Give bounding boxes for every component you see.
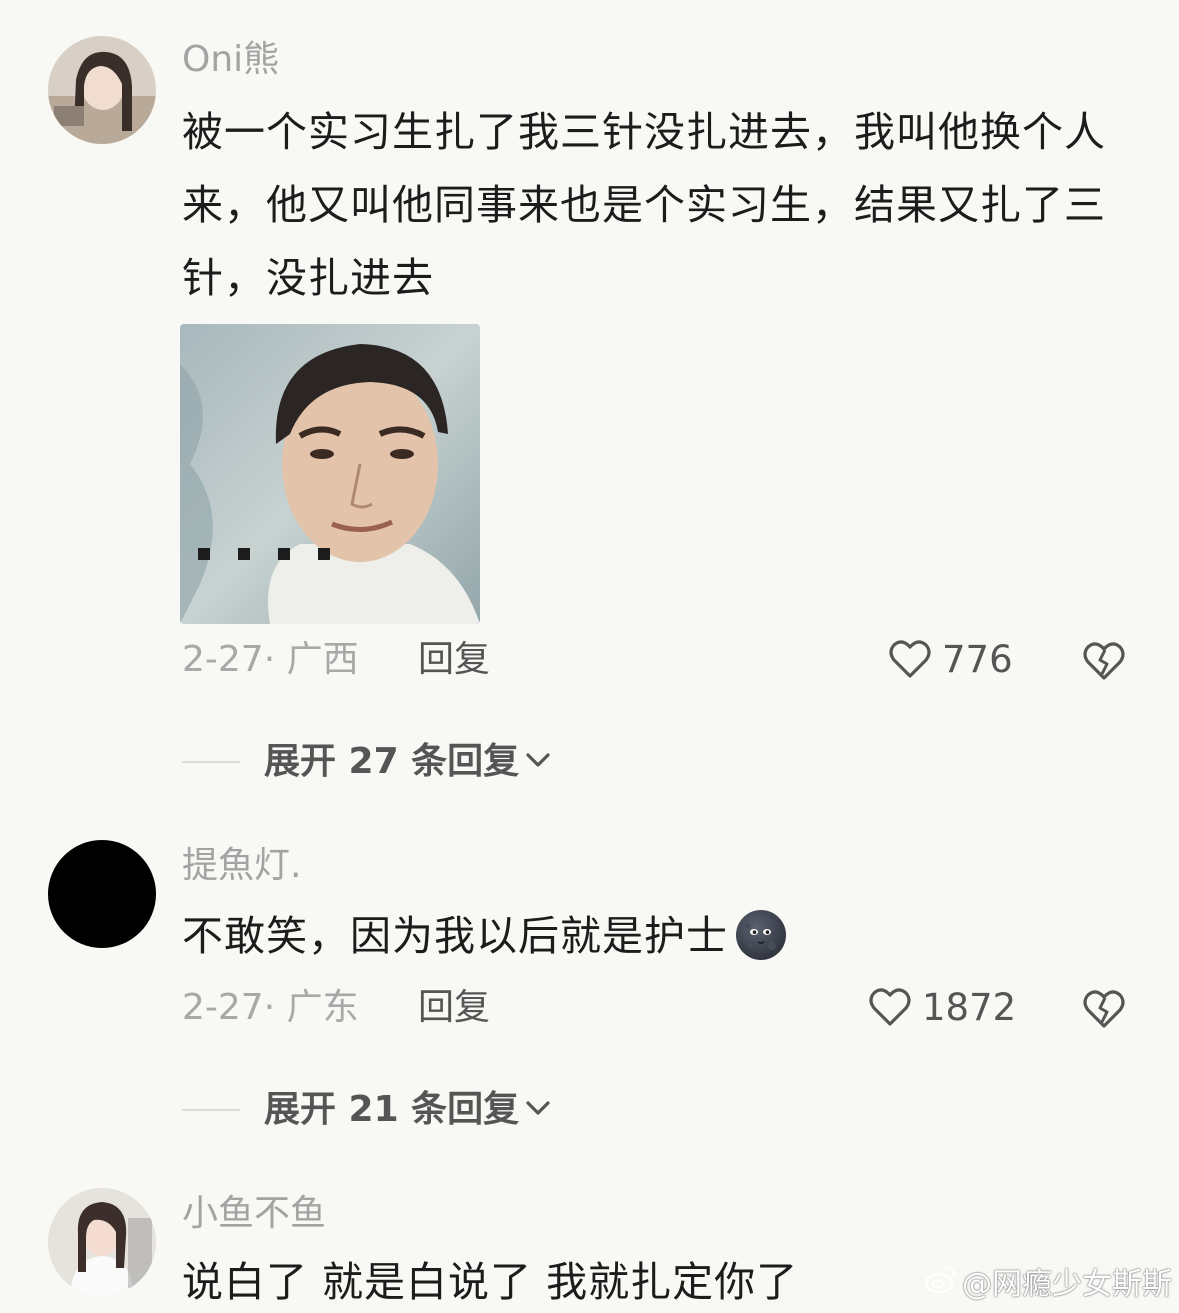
heart-icon — [886, 634, 934, 686]
reply-button[interactable]: 回复 — [418, 986, 490, 1030]
avatar[interactable] — [48, 1188, 156, 1296]
chevron-down-icon — [519, 745, 553, 779]
dislike-button[interactable] — [1080, 636, 1128, 684]
comment-text: 不敢笑，因为我以后就是护士 — [182, 900, 1142, 973]
divider — [182, 1109, 240, 1111]
divider — [182, 761, 240, 763]
broken-heart-icon — [1080, 642, 1128, 688]
avatar[interactable] — [48, 36, 156, 144]
expand-replies-button[interactable]: 展开 21 条回复 — [182, 1088, 553, 1132]
expand-replies-button[interactable]: 展开 27 条回复 — [182, 740, 553, 784]
avatar[interactable] — [48, 840, 156, 948]
chevron-down-icon — [519, 1093, 553, 1127]
watermark: @网瘾少女斯斯 — [924, 1262, 1172, 1307]
reply-button[interactable]: 回复 — [418, 638, 490, 682]
like-button[interactable]: 1872 — [866, 984, 1016, 1032]
broken-heart-icon — [1080, 990, 1128, 1036]
username[interactable]: 小鱼不鱼 — [182, 1192, 326, 1236]
watermark-text: @网瘾少女斯斯 — [962, 1266, 1172, 1302]
comment-list: Oni熊 被一个实习生扎了我三针没扎进去，我叫他换个人来，他又叫他同事来也是个实… — [0, 0, 1179, 1313]
like-count: 776 — [942, 638, 1013, 681]
username[interactable]: Oni熊 — [182, 38, 279, 82]
new-moon-face-icon — [734, 908, 788, 962]
expand-replies-label: 展开 27 条回复 — [264, 741, 520, 782]
weibo-logo-icon — [924, 1262, 962, 1307]
like-button[interactable]: 776 — [886, 636, 1013, 684]
comment-text: 被一个实习生扎了我三针没扎进去，我叫他换个人来，他又叫他同事来也是个实习生，结果… — [182, 108, 1106, 302]
dislike-button[interactable] — [1080, 984, 1128, 1032]
username[interactable]: 提魚灯. — [182, 844, 301, 888]
comment-image[interactable] — [180, 324, 480, 624]
like-count: 1872 — [922, 986, 1017, 1029]
comment-date-location: 2-27· 广西 — [182, 639, 359, 680]
comment-date-location: 2-27· 广东 — [182, 987, 359, 1028]
heart-icon — [866, 982, 914, 1034]
expand-replies-label: 展开 21 条回复 — [264, 1089, 520, 1130]
comment-text-body: 不敢笑，因为我以后就是护士 — [182, 912, 728, 960]
